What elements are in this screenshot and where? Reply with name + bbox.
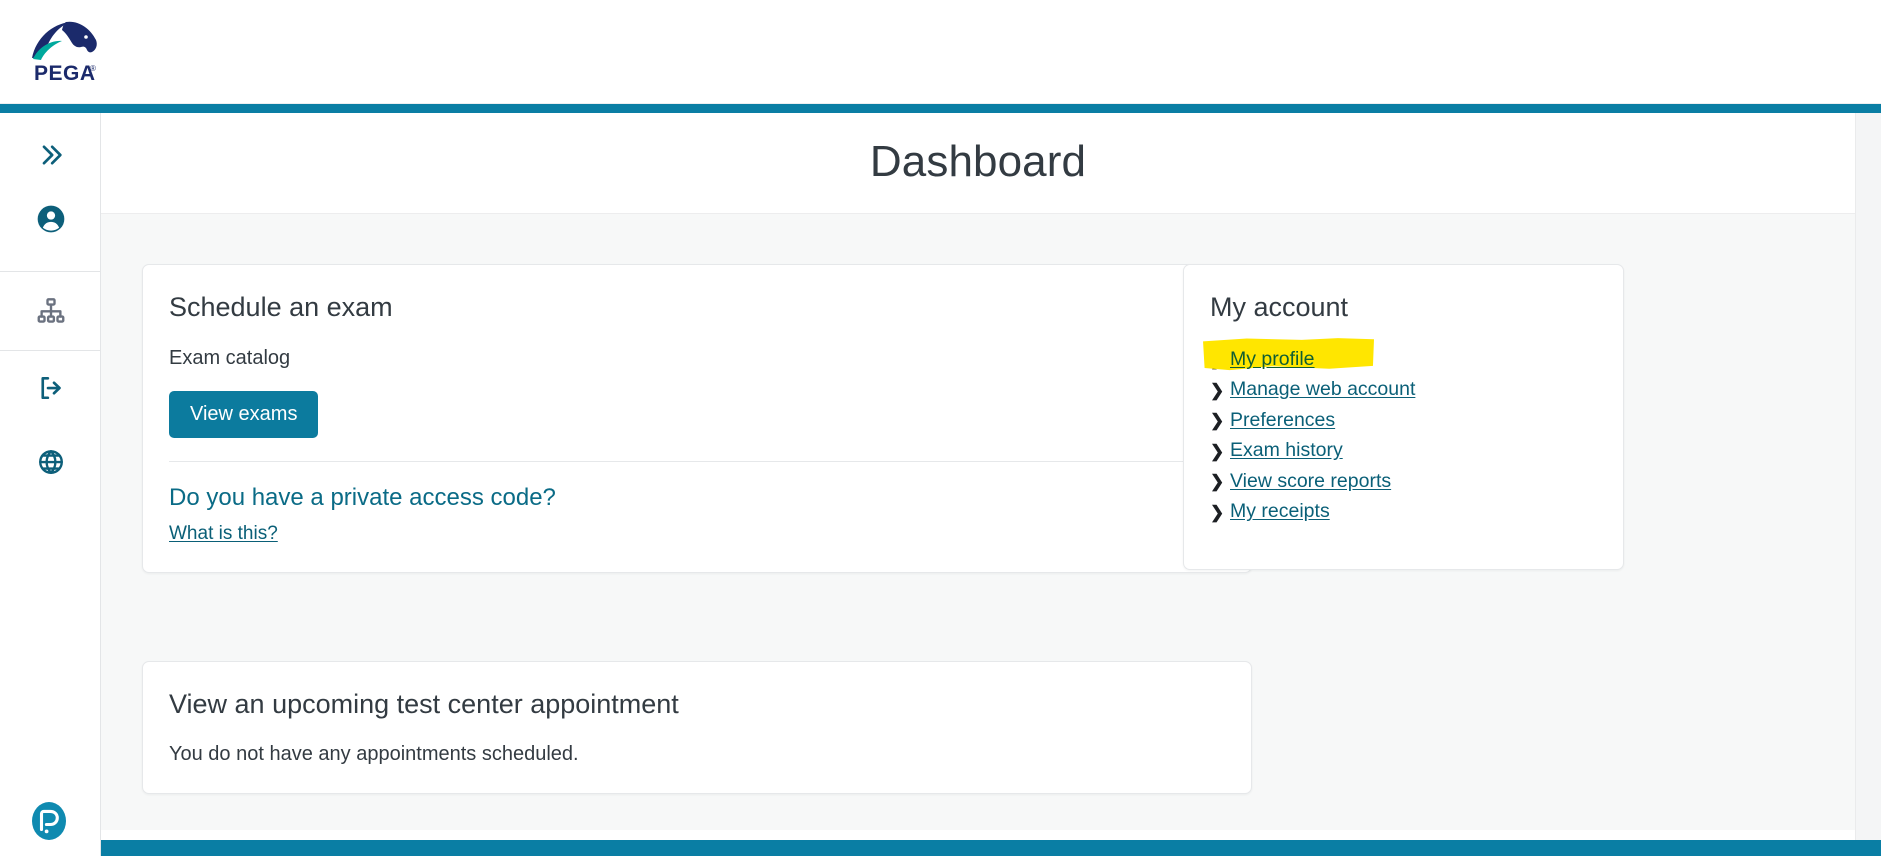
exam-catalog-label: Exam catalog xyxy=(169,346,291,369)
sidebar-item-organization[interactable] xyxy=(0,272,101,350)
sitemap-icon xyxy=(36,296,66,326)
sign-out-icon xyxy=(36,373,66,403)
my-account-card: My account ❯ My profile ❯ Manage web acc… xyxy=(1183,264,1624,570)
app-screen: PEGA ® Dashboard Schedule an exam Exam c… xyxy=(0,0,1881,856)
my-account-link-exam-history[interactable]: ❯ Exam history xyxy=(1210,435,1597,466)
my-account-link-label[interactable]: View score reports xyxy=(1230,470,1391,493)
pega-logo[interactable]: PEGA ® xyxy=(26,12,102,84)
my-account-heading: My account xyxy=(1210,292,1349,322)
chevron-right-icon: ❯ xyxy=(1210,502,1225,522)
chevron-right-icon: ❯ xyxy=(1210,441,1225,461)
upcoming-appointment-body: You do not have any appointments schedul… xyxy=(169,742,579,765)
footer-accent-bar xyxy=(101,840,1881,856)
my-account-link-list: ❯ My profile ❯ Manage web account ❯ Pref… xyxy=(1203,338,1597,527)
svg-text:®: ® xyxy=(90,64,96,73)
my-account-link-preferences[interactable]: ❯ Preferences xyxy=(1210,405,1597,436)
my-account-link-label[interactable]: My receipts xyxy=(1230,500,1330,523)
panel-grid: Schedule an exam Exam catalog View exams… xyxy=(101,239,1855,830)
dashboard-panels: Schedule an exam Exam catalog View exams… xyxy=(101,213,1855,830)
chevron-right-icon: ❯ xyxy=(1210,380,1225,400)
globe-icon xyxy=(36,447,66,477)
view-exams-button[interactable]: View exams xyxy=(169,390,319,438)
upcoming-appointment-card: View an upcoming test center appointment… xyxy=(142,661,1252,794)
my-account-link-manage-web-account[interactable]: ❯ Manage web account xyxy=(1210,374,1597,405)
my-account-link-my-profile[interactable]: ❯ My profile xyxy=(1203,338,1597,375)
my-account-link-label[interactable]: Preferences xyxy=(1230,409,1335,432)
page-scrollbar[interactable] xyxy=(1855,113,1881,840)
private-access-code-accordion[interactable]: Do you have a private access code? What … xyxy=(143,462,1251,545)
what-is-this-link[interactable]: What is this? xyxy=(169,523,278,545)
chevron-right-icon: ❯ xyxy=(1210,472,1225,491)
pearson-logo[interactable] xyxy=(26,798,72,844)
chevron-right-icon: ❯ xyxy=(1210,411,1225,430)
top-header: PEGA ® xyxy=(0,0,1881,104)
my-account-link-my-receipts[interactable]: ❯ My receipts xyxy=(1210,496,1597,527)
my-account-link-view-score-reports[interactable]: ❯ View score reports xyxy=(1210,466,1597,497)
main-content: Dashboard Schedule an exam Exam catalog … xyxy=(101,113,1855,840)
sidebar-item-sign-out[interactable] xyxy=(0,351,101,425)
header-accent-rule xyxy=(0,104,1881,113)
my-account-link-label[interactable]: My profile xyxy=(1230,348,1315,371)
sidebar-item-account[interactable] xyxy=(0,187,101,251)
double-chevron-right-icon xyxy=(37,141,65,169)
schedule-exam-card: Schedule an exam Exam catalog View exams… xyxy=(142,264,1252,573)
upcoming-appointment-heading: View an upcoming test center appointment xyxy=(169,689,679,719)
person-circle-icon xyxy=(35,203,67,235)
sidebar-item-language[interactable] xyxy=(0,425,101,499)
sidebar-item-expand[interactable] xyxy=(0,123,101,187)
schedule-exam-heading: Schedule an exam xyxy=(169,292,393,322)
private-access-code-title: Do you have a private access code? xyxy=(169,483,556,511)
svg-text:PEGA: PEGA xyxy=(34,62,96,84)
my-account-link-label[interactable]: Exam history xyxy=(1230,439,1343,462)
my-account-link-label[interactable]: Manage web account xyxy=(1230,378,1415,401)
page-title: Dashboard xyxy=(101,113,1855,213)
sidebar-rail xyxy=(0,113,101,856)
